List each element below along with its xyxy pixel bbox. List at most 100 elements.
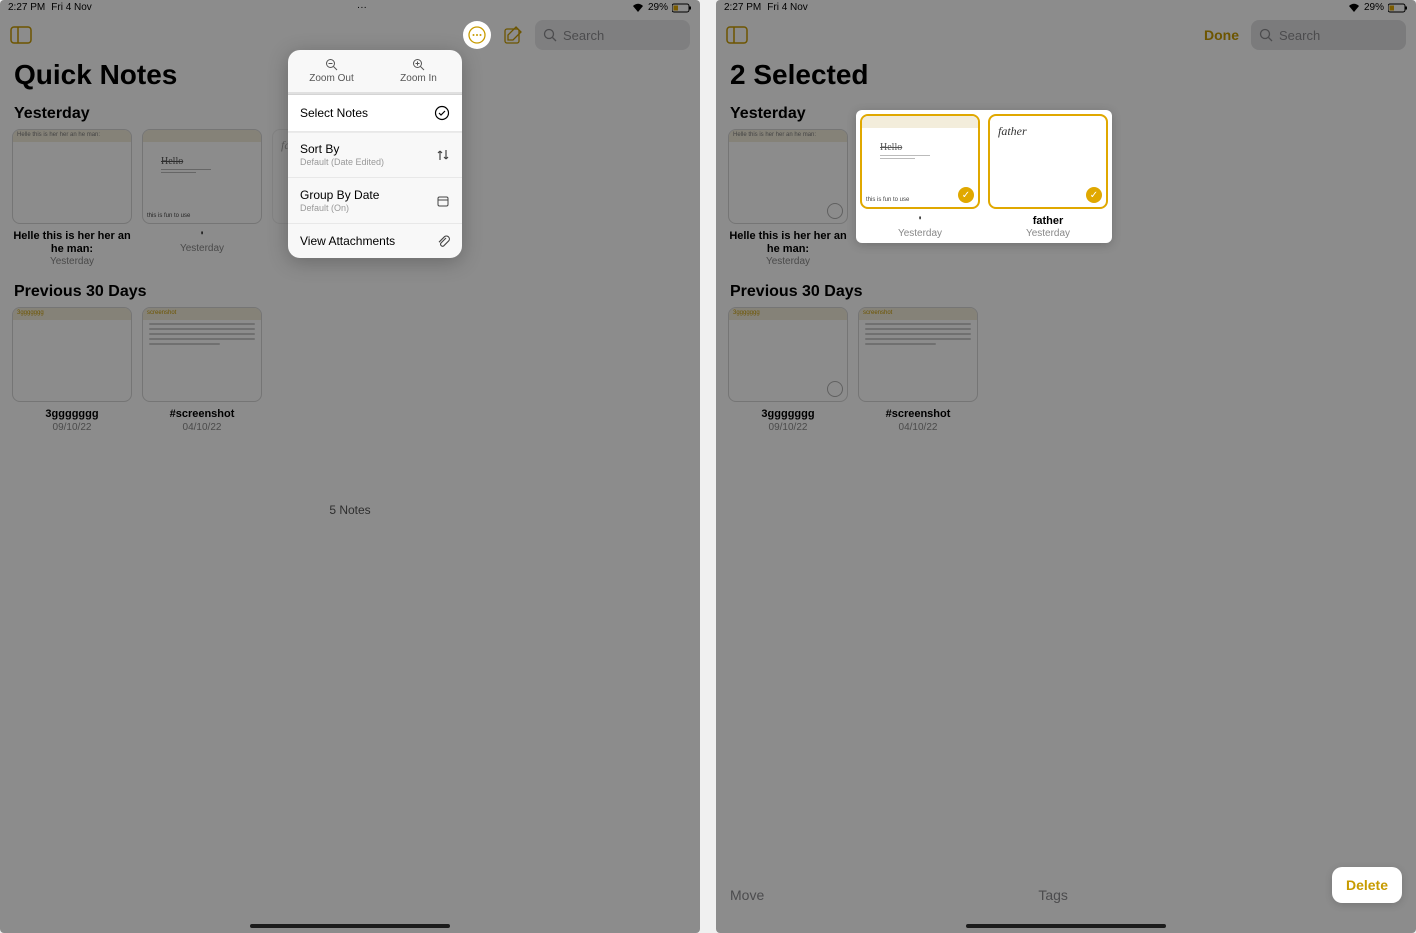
- bottom-toolbar: Move Tags: [716, 887, 1416, 903]
- nav-bar: Search: [0, 15, 700, 55]
- battery-icon: [672, 3, 692, 13]
- status-time: 2:27 PM: [724, 2, 761, 13]
- section-prev30: Previous 30 Days: [716, 277, 1416, 307]
- selection-highlight: Hello this is fun to use ✓ ' Yesterday f…: [856, 110, 1112, 243]
- note-card[interactable]: Helle this is her her an he man: Helle t…: [12, 129, 132, 267]
- note-sub: 04/10/22: [183, 422, 222, 433]
- selection-empty-icon[interactable]: [827, 381, 843, 397]
- note-title: ': [919, 215, 922, 228]
- search-field[interactable]: Search: [1251, 20, 1406, 50]
- selection-check-icon[interactable]: ✓: [1086, 187, 1102, 203]
- note-card[interactable]: Helle this is her her an he man: Helle t…: [728, 129, 848, 267]
- sidebar-toggle-icon[interactable]: [10, 26, 32, 44]
- sort-arrows-icon: [436, 148, 450, 162]
- page-title: 2 Selected: [716, 55, 1416, 99]
- wifi-icon: [1348, 3, 1360, 13]
- note-card[interactable]: Hello this is fun to use ' Yesterday: [142, 129, 262, 267]
- home-indicator: [966, 924, 1166, 928]
- menu-group-sub: Default (On): [300, 203, 379, 213]
- note-title: 3ggggggg: [45, 408, 98, 421]
- note-card[interactable]: 3ggggggg 3ggggggg 09/10/22: [728, 307, 848, 432]
- notes-count: 5 Notes: [0, 503, 700, 517]
- battery-pct: 29%: [1364, 2, 1384, 13]
- move-button[interactable]: Move: [730, 887, 764, 903]
- thumb-header: 3ggggggg: [13, 308, 131, 320]
- thumb-header: screenshot: [143, 308, 261, 320]
- right-screenshot: 2:27 PM Fri 4 Nov 29% Done Search: [716, 0, 1416, 933]
- status-date: Fri 4 Nov: [767, 2, 808, 13]
- nav-bar: Done Search: [716, 15, 1416, 55]
- menu-attach-label: View Attachments: [300, 234, 395, 248]
- note-title: father: [1033, 215, 1064, 228]
- note-card-selected[interactable]: Hello this is fun to use ✓ ' Yesterday: [860, 114, 980, 239]
- status-bar: 2:27 PM Fri 4 Nov ··· 29%: [0, 0, 700, 15]
- menu-group-by-date[interactable]: Group By Date Default (On): [288, 178, 462, 224]
- note-sub: 04/10/22: [899, 422, 938, 433]
- delete-button[interactable]: Delete: [1332, 867, 1402, 903]
- more-menu-button[interactable]: [463, 21, 491, 49]
- menu-select-notes[interactable]: Select Notes: [288, 95, 462, 132]
- search-icon: [1259, 28, 1273, 42]
- search-placeholder: Search: [563, 28, 604, 43]
- menu-sort-label: Sort By: [300, 142, 339, 156]
- note-sub: Yesterday: [1026, 228, 1070, 239]
- selection-empty-icon[interactable]: [827, 203, 843, 219]
- note-card[interactable]: screenshot #screenshot 04/10/22: [142, 307, 262, 432]
- dynamic-island: ···: [357, 2, 367, 13]
- search-field[interactable]: Search: [535, 20, 690, 50]
- note-sub: Yesterday: [898, 228, 942, 239]
- section-prev30: Previous 30 Days: [0, 277, 700, 307]
- note-card[interactable]: 3ggggggg 3ggggggg 09/10/22: [12, 307, 132, 432]
- menu-sort-by[interactable]: Sort By Default (Date Edited): [288, 132, 462, 178]
- note-title: Helle this is her her an he man:: [12, 230, 132, 256]
- thumb-header: [862, 116, 978, 128]
- note-sub: Yesterday: [50, 256, 94, 267]
- note-title: Helle this is her her an he man:: [728, 230, 848, 256]
- note-sub: 09/10/22: [769, 422, 808, 433]
- battery-pct: 29%: [648, 2, 668, 13]
- fun-label: this is fun to use: [866, 197, 909, 203]
- menu-group-label: Group By Date: [300, 188, 379, 202]
- menu-view-attachments[interactable]: View Attachments: [288, 224, 462, 258]
- menu-sort-sub: Default (Date Edited): [300, 157, 384, 167]
- wifi-icon: [632, 3, 644, 13]
- thumb-header: 3ggggggg: [729, 308, 847, 320]
- sidebar-toggle-icon[interactable]: [726, 26, 748, 44]
- search-placeholder: Search: [1279, 28, 1320, 43]
- ink-text: Hello: [161, 156, 183, 167]
- selection-check-icon[interactable]: ✓: [958, 187, 974, 203]
- ink-text: Hello: [880, 142, 902, 153]
- done-button[interactable]: Done: [1204, 27, 1239, 43]
- note-card[interactable]: screenshot #screenshot 04/10/22: [858, 307, 978, 432]
- note-sub: Yesterday: [766, 256, 810, 267]
- thumb-header: Helle this is her her an he man:: [13, 130, 131, 142]
- zoom-in-button[interactable]: Zoom In: [375, 50, 462, 92]
- thumb-header: screenshot: [859, 308, 977, 320]
- context-menu: Zoom Out Zoom In Select Notes Sort By De…: [288, 50, 462, 258]
- note-title: #screenshot: [170, 408, 235, 421]
- note-title: ': [201, 230, 204, 243]
- paperclip-icon: [436, 234, 450, 248]
- menu-select-label: Select Notes: [300, 106, 368, 120]
- zoom-out-button[interactable]: Zoom Out: [288, 50, 375, 92]
- note-sub: Yesterday: [180, 243, 224, 254]
- battery-icon: [1388, 3, 1408, 13]
- thumb-header: Helle this is her her an he man:: [729, 130, 847, 142]
- note-title: 3ggggggg: [761, 408, 814, 421]
- status-date: Fri 4 Nov: [51, 2, 92, 13]
- checkmark-circle-icon: [434, 105, 450, 121]
- tags-button[interactable]: Tags: [1038, 887, 1068, 903]
- left-screenshot: 2:27 PM Fri 4 Nov ··· 29%: [0, 0, 700, 933]
- fun-label: this is fun to use: [147, 213, 190, 219]
- compose-icon[interactable]: [503, 25, 523, 45]
- zoom-in-label: Zoom In: [400, 73, 437, 84]
- status-bar: 2:27 PM Fri 4 Nov 29%: [716, 0, 1416, 15]
- status-time: 2:27 PM: [8, 2, 45, 13]
- home-indicator: [250, 924, 450, 928]
- note-title: #screenshot: [886, 408, 951, 421]
- note-card-selected[interactable]: father ✓ father Yesterday: [988, 114, 1108, 239]
- zoom-out-label: Zoom Out: [309, 73, 353, 84]
- calendar-icon: [436, 194, 450, 208]
- note-sub: 09/10/22: [53, 422, 92, 433]
- ink-text: father: [990, 116, 1106, 147]
